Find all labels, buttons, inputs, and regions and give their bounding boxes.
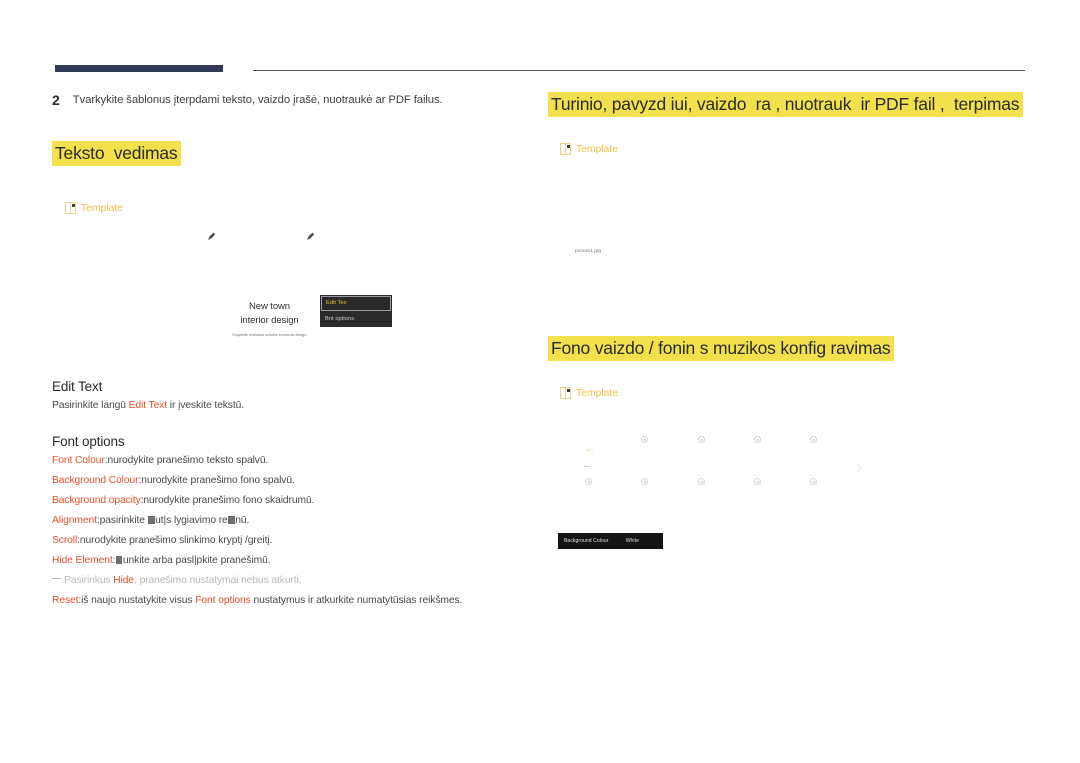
step-row: 2 Tvarkykite šablonus įterpdami teksto, … bbox=[52, 92, 522, 108]
right-heading-1-wrap: Turinio, pavyzd iui, vaizdo ra , nuotrau… bbox=[548, 92, 1028, 117]
header-divider-line bbox=[253, 70, 1025, 72]
body-line: Pasirinkus Hide, pranešimo nustatymai ne… bbox=[52, 571, 522, 591]
gear-icon[interactable] bbox=[810, 436, 817, 443]
template-badge-label: Template bbox=[576, 387, 618, 399]
keyword-term: Hide Element bbox=[52, 555, 113, 566]
pencil-cursor-icon bbox=[306, 232, 315, 241]
left-heading-wrap: Teksto vedimas bbox=[52, 141, 522, 166]
body-text: :iš naujo nustatykite visus bbox=[78, 595, 196, 606]
gear-icon[interactable] bbox=[698, 436, 705, 443]
gear-icon[interactable] bbox=[641, 478, 648, 485]
keyword-term: Reset bbox=[52, 595, 79, 606]
right-mock-preview-2: ← › Background Colour White bbox=[548, 420, 1028, 560]
header-accent-bar bbox=[55, 65, 223, 72]
muted-note: Pasirinkus bbox=[64, 575, 114, 586]
mock-card-title-line1: New town bbox=[249, 301, 290, 312]
mock-card-title-line2: interior design bbox=[240, 314, 299, 326]
section-heading-text-input: Teksto vedimas bbox=[52, 141, 182, 166]
template-badge-right-2: Template bbox=[560, 387, 618, 399]
body-text: ut|s lygiavimo re bbox=[155, 515, 228, 526]
template-badge-label: Template bbox=[576, 143, 618, 155]
keyword-term: Background Colour bbox=[52, 475, 139, 486]
keyword-term: Alignment bbox=[52, 515, 97, 526]
mock-template-card: New town interior design Exquisite evolu… bbox=[207, 300, 332, 337]
chevron-right-icon[interactable]: › bbox=[855, 458, 864, 480]
missing-glyph bbox=[148, 516, 155, 524]
template-badge-right-1: Template bbox=[560, 143, 618, 155]
gear-icon[interactable] bbox=[754, 478, 761, 485]
settings-bar-label: Background Colour bbox=[564, 538, 609, 544]
body-line: Font Colour:nurodykite pranešimo teksto … bbox=[52, 451, 522, 471]
left-column: 2 Tvarkykite šablonus įterpdami teksto, … bbox=[52, 92, 522, 219]
body-line: Background Colour:nurodykite pranešimo f… bbox=[52, 471, 522, 491]
body-text: ir įveskite tekstū. bbox=[167, 400, 244, 411]
body-line: Pasirinkite langū Edit Text ir įveskite … bbox=[52, 396, 522, 416]
right-heading-2-wrap: Fono vaizdo / fonin s muzikos konfig rav… bbox=[548, 336, 1028, 361]
section-heading-content-insert: Turinio, pavyzd iui, vaizdo ra , nuotrau… bbox=[548, 92, 1024, 117]
body-line: Scroll:nurodykite pranešimo slinkimo kry… bbox=[52, 531, 522, 551]
body-text: nū. bbox=[235, 515, 250, 526]
gear-icon[interactable] bbox=[641, 436, 648, 443]
section-heading-background-config: Fono vaizdo / fonin s muzikos konfig rav… bbox=[548, 336, 895, 361]
body-text: Pasirinkite langū bbox=[52, 400, 129, 411]
template-icon bbox=[560, 143, 571, 155]
body-text: nustatymus ir atkurkite numatytūsias rei… bbox=[250, 595, 463, 606]
missing-glyph bbox=[228, 516, 235, 524]
body-line: Hide Element: unkite arba pasl|pkite pran… bbox=[52, 551, 522, 571]
settings-bar-value: White bbox=[625, 538, 639, 544]
gear-icon[interactable] bbox=[754, 436, 761, 443]
keyword-term: Hide bbox=[113, 575, 135, 586]
template-icon bbox=[65, 202, 76, 214]
missing-glyph bbox=[115, 556, 123, 564]
section-edit-text: Edit Text Pasirinkite langū Edit Text ir… bbox=[52, 378, 522, 416]
keyword-term: Font options bbox=[195, 595, 251, 606]
body-text: :nurodykite pranešimo teksto spalvū. bbox=[104, 455, 269, 466]
context-menu: Edit Tex Bnt options bbox=[320, 295, 392, 327]
step-number: 2 bbox=[52, 92, 60, 108]
section-body: Pasirinkite langū Edit Text ir įveskite … bbox=[52, 396, 522, 416]
muted-note: , pranešimo nustatymai nebus atkurti. bbox=[134, 575, 302, 586]
pencil-cursor-icon bbox=[207, 232, 216, 241]
tick-mark-icon bbox=[584, 466, 590, 467]
template-badge-left: Template bbox=[65, 202, 123, 214]
body-line: Reset:iš naujo nustatykite visus Font op… bbox=[52, 591, 522, 611]
gear-icon[interactable] bbox=[585, 478, 592, 485]
body-text: :pasirinkite bbox=[96, 515, 148, 526]
body-text: :nurodykite pranešimo slinkimo kryptį /g… bbox=[77, 535, 273, 546]
step-description: Tvarkykite šablonus įterpdami teksto, va… bbox=[72, 94, 443, 106]
settings-bar-background-colour[interactable]: Background Colour White bbox=[558, 533, 663, 549]
right-mock-preview-1: picture1.jpg bbox=[548, 175, 1028, 315]
body-text: :nurodykite pranešimo fono spalvū. bbox=[138, 475, 295, 486]
keyword-term: Background opacity bbox=[52, 495, 141, 506]
arrow-left-icon[interactable]: ← bbox=[584, 442, 596, 454]
gear-icon[interactable] bbox=[698, 478, 705, 485]
right-column-2: Fono vaizdo / fonin s muzikos konfig rav… bbox=[548, 336, 1028, 404]
context-menu-item-edit-text[interactable]: Edit Tex bbox=[321, 296, 391, 311]
template-badge-label: Template bbox=[81, 202, 123, 214]
body-line: Alignment:pasirinkite ut|s lygiavimo re n… bbox=[52, 511, 522, 531]
right-column: Turinio, pavyzd iui, vaizdo ra , nuotrau… bbox=[548, 92, 1028, 160]
note-dash bbox=[52, 578, 61, 579]
mock-card-subtitle: Exquisite evolution unfolds tomorrow des… bbox=[232, 333, 307, 337]
section-body: Font Colour:nurodykite pranešimo teksto … bbox=[52, 451, 522, 611]
section-font-options: Font options Font Colour:nurodykite pran… bbox=[52, 433, 522, 611]
left-mock-preview: New town interior design Exquisite evolu… bbox=[52, 220, 522, 350]
picture-file-label: picture1.jpg bbox=[575, 248, 602, 253]
body-text: unkite arba pasl|pkite pranešimū. bbox=[122, 555, 271, 566]
keyword-term: Scroll bbox=[52, 535, 78, 546]
keyword-term: Edit Text bbox=[128, 400, 168, 411]
context-menu-item-font-options[interactable]: Bnt options bbox=[320, 312, 392, 327]
keyword-term: Font Colour bbox=[52, 455, 105, 466]
template-icon bbox=[560, 387, 571, 399]
body-text: :nurodykite pranešimo fono skaidrumū. bbox=[140, 495, 315, 506]
section-title: Font options bbox=[52, 434, 125, 449]
body-line: Background opacity:nurodykite pranešimo … bbox=[52, 491, 522, 511]
gear-icon[interactable] bbox=[810, 478, 817, 485]
section-title: Edit Text bbox=[52, 379, 103, 394]
